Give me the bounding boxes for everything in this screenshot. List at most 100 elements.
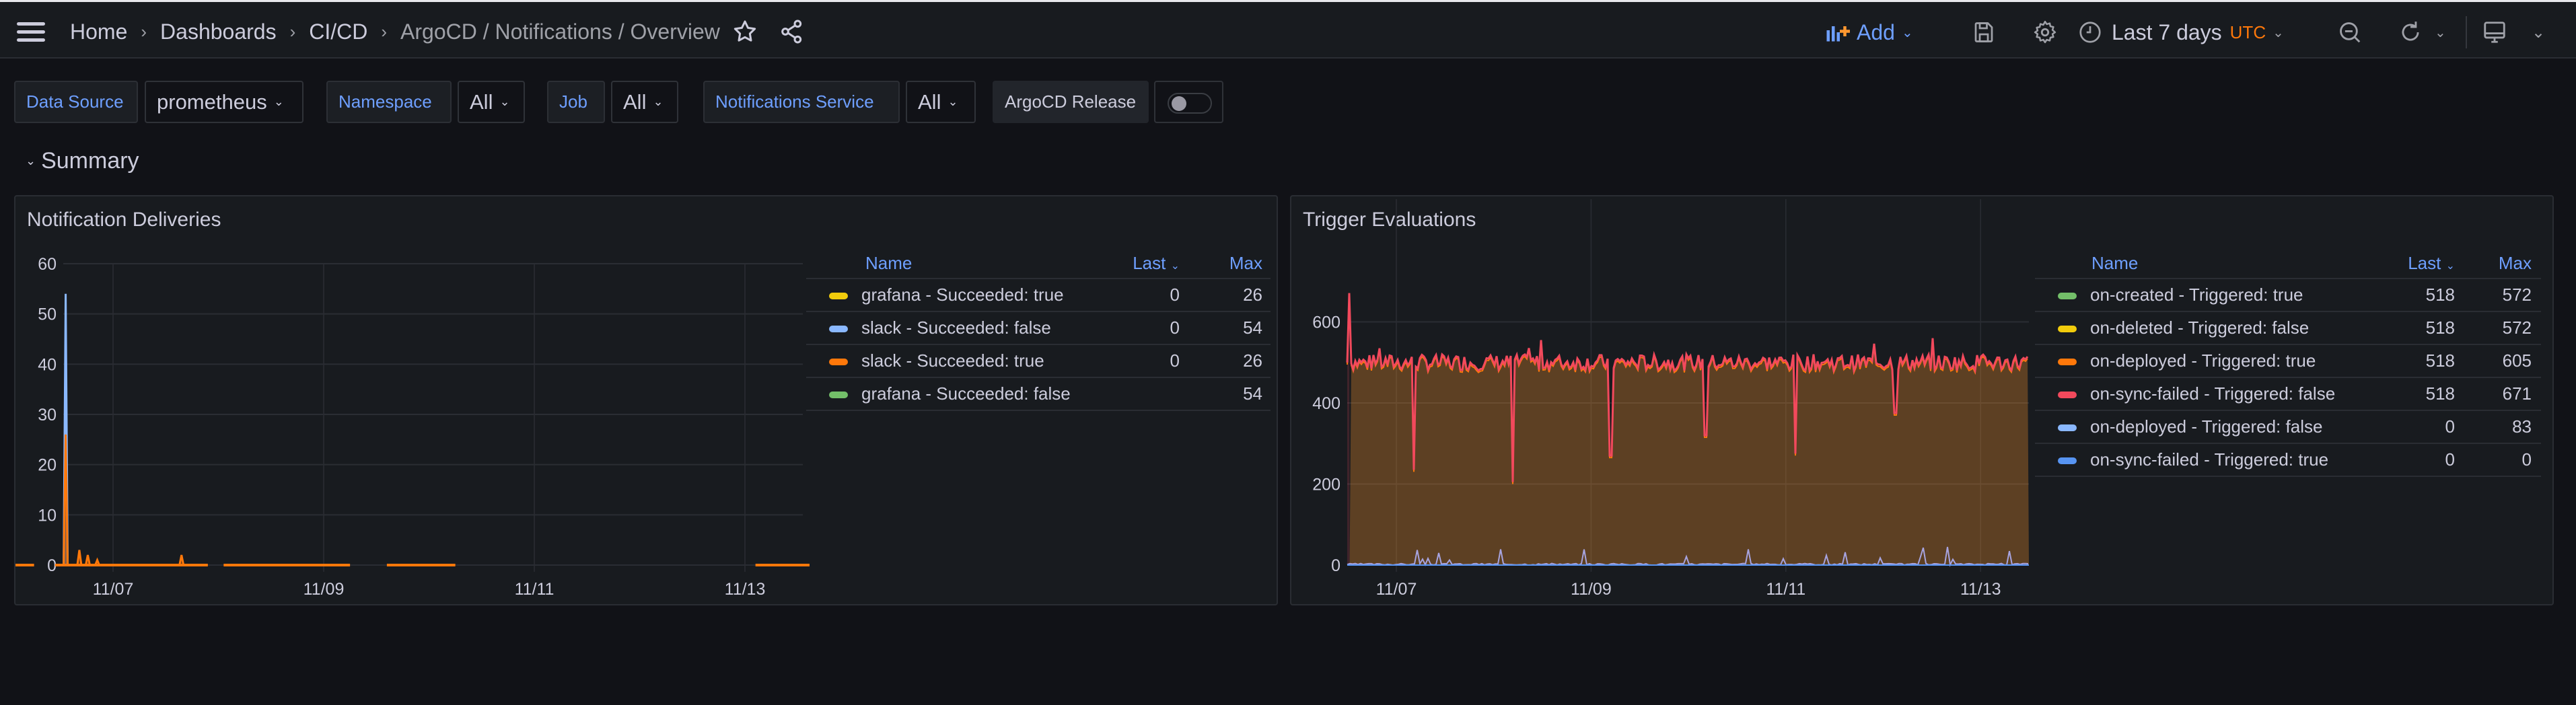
series-spike — [178, 554, 185, 566]
notifications-service-select[interactable]: All ⌄ — [906, 81, 976, 123]
toggle-knob — [1172, 96, 1186, 111]
legend-row[interactable]: on-deployed - Triggered: false 0 83 — [2035, 410, 2541, 444]
series-color-swatch — [2058, 293, 2077, 300]
series-color-swatch — [829, 293, 848, 300]
legend-last-value: 0 — [2374, 443, 2455, 477]
zoom-out-icon[interactable] — [2337, 19, 2363, 46]
trigger-evaluations-chart[interactable]: 0 200 400 600 11/07 11/09 11/11 11/13 — [1291, 196, 2038, 607]
y-tick-label: 600 — [1312, 313, 1340, 332]
legend-last-value: 0 — [1099, 311, 1180, 345]
y-tick-label: 20 — [38, 456, 57, 475]
legend-max-value: 572 — [2455, 279, 2541, 312]
legend-header-name[interactable]: Name — [2035, 249, 2374, 279]
breadcrumb-dashboards[interactable]: Dashboards — [160, 20, 277, 44]
namespace-select[interactable]: All ⌄ — [458, 81, 525, 123]
legend-row[interactable]: grafana - Succeeded: true 0 26 — [806, 279, 1271, 312]
row-title: Summary — [41, 148, 139, 174]
legend-header-last[interactable]: Last ⌄ — [2374, 249, 2455, 279]
x-tick-label: 11/13 — [725, 580, 766, 599]
add-label: Add — [1857, 20, 1895, 44]
job-value: All — [623, 89, 647, 114]
breadcrumb-folder[interactable]: CI/CD — [309, 20, 367, 44]
chevron-down-icon: ⌄ — [26, 154, 36, 168]
legend-last-value: 518 — [2374, 279, 2455, 312]
series-color-swatch — [829, 392, 848, 399]
panel-trigger-evaluations: Trigger Evaluations 0 200 400 600 11/07 11/09… — [1290, 195, 2554, 605]
x-tick-label: 11/13 — [1960, 580, 2001, 599]
x-tick-label: 11/09 — [303, 580, 345, 599]
breadcrumb-separator: › — [289, 21, 296, 42]
x-tick-label: 11/07 — [93, 580, 134, 599]
series-color-swatch — [2058, 424, 2077, 432]
sort-desc-icon: ⌄ — [1170, 260, 1180, 272]
legend-row[interactable]: slack - Succeeded: true 0 26 — [806, 344, 1271, 378]
legend-max-value: 572 — [2455, 311, 2541, 345]
legend-table: Name Last ⌄ Max grafana - Succeeded: tru… — [806, 249, 1271, 411]
legend-last-value: 518 — [2374, 311, 2455, 345]
tv-mode-icon[interactable] — [2482, 19, 2507, 46]
legend-max-value: 54 — [1180, 311, 1271, 345]
legend-header-max[interactable]: Max — [1180, 249, 1271, 279]
notification-deliveries-chart[interactable]: 0 10 20 30 40 50 60 11/07 11/09 11/11 11/13 — [15, 196, 810, 607]
star-icon[interactable] — [731, 18, 758, 45]
datasource-value: prometheus — [157, 89, 267, 114]
refresh-interval-dropdown[interactable]: ⌄ — [2435, 19, 2446, 46]
legend-header-name[interactable]: Name — [806, 249, 1099, 279]
legend-series-name: on-deleted - Triggered: false — [2035, 311, 2374, 345]
legend-max-value: 605 — [2455, 344, 2541, 378]
view-mode-dropdown[interactable]: ⌄ — [2532, 19, 2545, 46]
datasource-select[interactable]: prometheus ⌄ — [145, 81, 303, 123]
legend-max-value: 671 — [2455, 377, 2541, 411]
series-color-swatch — [829, 359, 848, 366]
breadcrumb-separator: › — [381, 21, 388, 42]
row-summary-toggle[interactable]: ⌄ Summary — [26, 148, 139, 174]
legend-header-max[interactable]: Max — [2455, 249, 2541, 279]
legend-header-last[interactable]: Last ⌄ — [1099, 249, 1180, 279]
page-title: ArgoCD / Notifications / Overview — [400, 19, 720, 44]
add-button[interactable]: Add ⌄ — [1826, 19, 1913, 46]
namespace-value: All — [470, 89, 493, 114]
y-tick-label: 60 — [38, 255, 57, 274]
notifications-service-value: All — [918, 89, 941, 114]
x-tick-label: 11/11 — [515, 580, 554, 599]
legend-max-value: 0 — [2455, 443, 2541, 477]
save-icon[interactable] — [1972, 19, 1996, 46]
chevron-down-icon: ⌄ — [499, 95, 510, 108]
gear-icon[interactable] — [2032, 19, 2058, 46]
y-tick-label: 10 — [38, 506, 57, 525]
refresh-icon[interactable] — [2398, 19, 2423, 46]
series-area-on-deployed-true — [1349, 340, 2029, 565]
series-color-swatch — [2058, 359, 2077, 366]
job-select[interactable]: All ⌄ — [611, 81, 678, 123]
legend-series-name: on-sync-failed - Triggered: true — [2035, 443, 2374, 477]
chevron-down-icon: ⌄ — [273, 95, 284, 108]
legend-series-name: on-sync-failed - Triggered: false — [2035, 377, 2374, 411]
breadcrumb-home[interactable]: Home — [70, 20, 127, 44]
legend-row[interactable]: on-sync-failed - Triggered: true 0 0 — [2035, 443, 2541, 477]
x-tick-label: 11/07 — [1376, 580, 1417, 599]
time-range-picker[interactable]: Last 7 days UTC ⌄ — [2078, 19, 2284, 46]
menu-icon[interactable] — [17, 22, 45, 42]
y-tick-label: 0 — [1331, 556, 1340, 575]
legend-last-value — [1099, 377, 1180, 411]
legend-series-name: grafana - Succeeded: true — [806, 279, 1099, 312]
y-tick-label: 40 — [38, 355, 57, 374]
y-tick-label: 0 — [47, 556, 57, 575]
legend-row[interactable]: slack - Succeeded: false 0 54 — [806, 311, 1271, 345]
legend-series-name: slack - Succeeded: true — [806, 344, 1099, 378]
series-spike — [84, 554, 92, 566]
top-navbar: Home › Dashboards › CI/CD › ArgoCD / Not… — [0, 2, 2576, 59]
legend-row[interactable]: on-deleted - Triggered: false 518 572 — [2035, 311, 2541, 345]
argocd-release-toggle[interactable] — [1154, 81, 1223, 123]
legend-row[interactable]: grafana - Succeeded: false 54 — [806, 377, 1271, 411]
legend-row[interactable]: on-created - Triggered: true 518 572 — [2035, 279, 2541, 312]
add-panel-icon — [1826, 26, 1850, 42]
legend-series-name: grafana - Succeeded: false — [806, 377, 1099, 411]
var-label-notifications-service: Notifications Service — [703, 81, 900, 123]
legend-row[interactable]: on-deployed - Triggered: true 518 605 — [2035, 344, 2541, 378]
share-icon[interactable] — [779, 18, 806, 45]
chevron-down-icon: ⌄ — [1901, 25, 1913, 40]
legend-row[interactable]: on-sync-failed - Triggered: false 518 671 — [2035, 377, 2541, 411]
var-label-argocd-release: ArgoCD Release — [993, 81, 1149, 123]
legend-max-value: 26 — [1180, 279, 1271, 312]
